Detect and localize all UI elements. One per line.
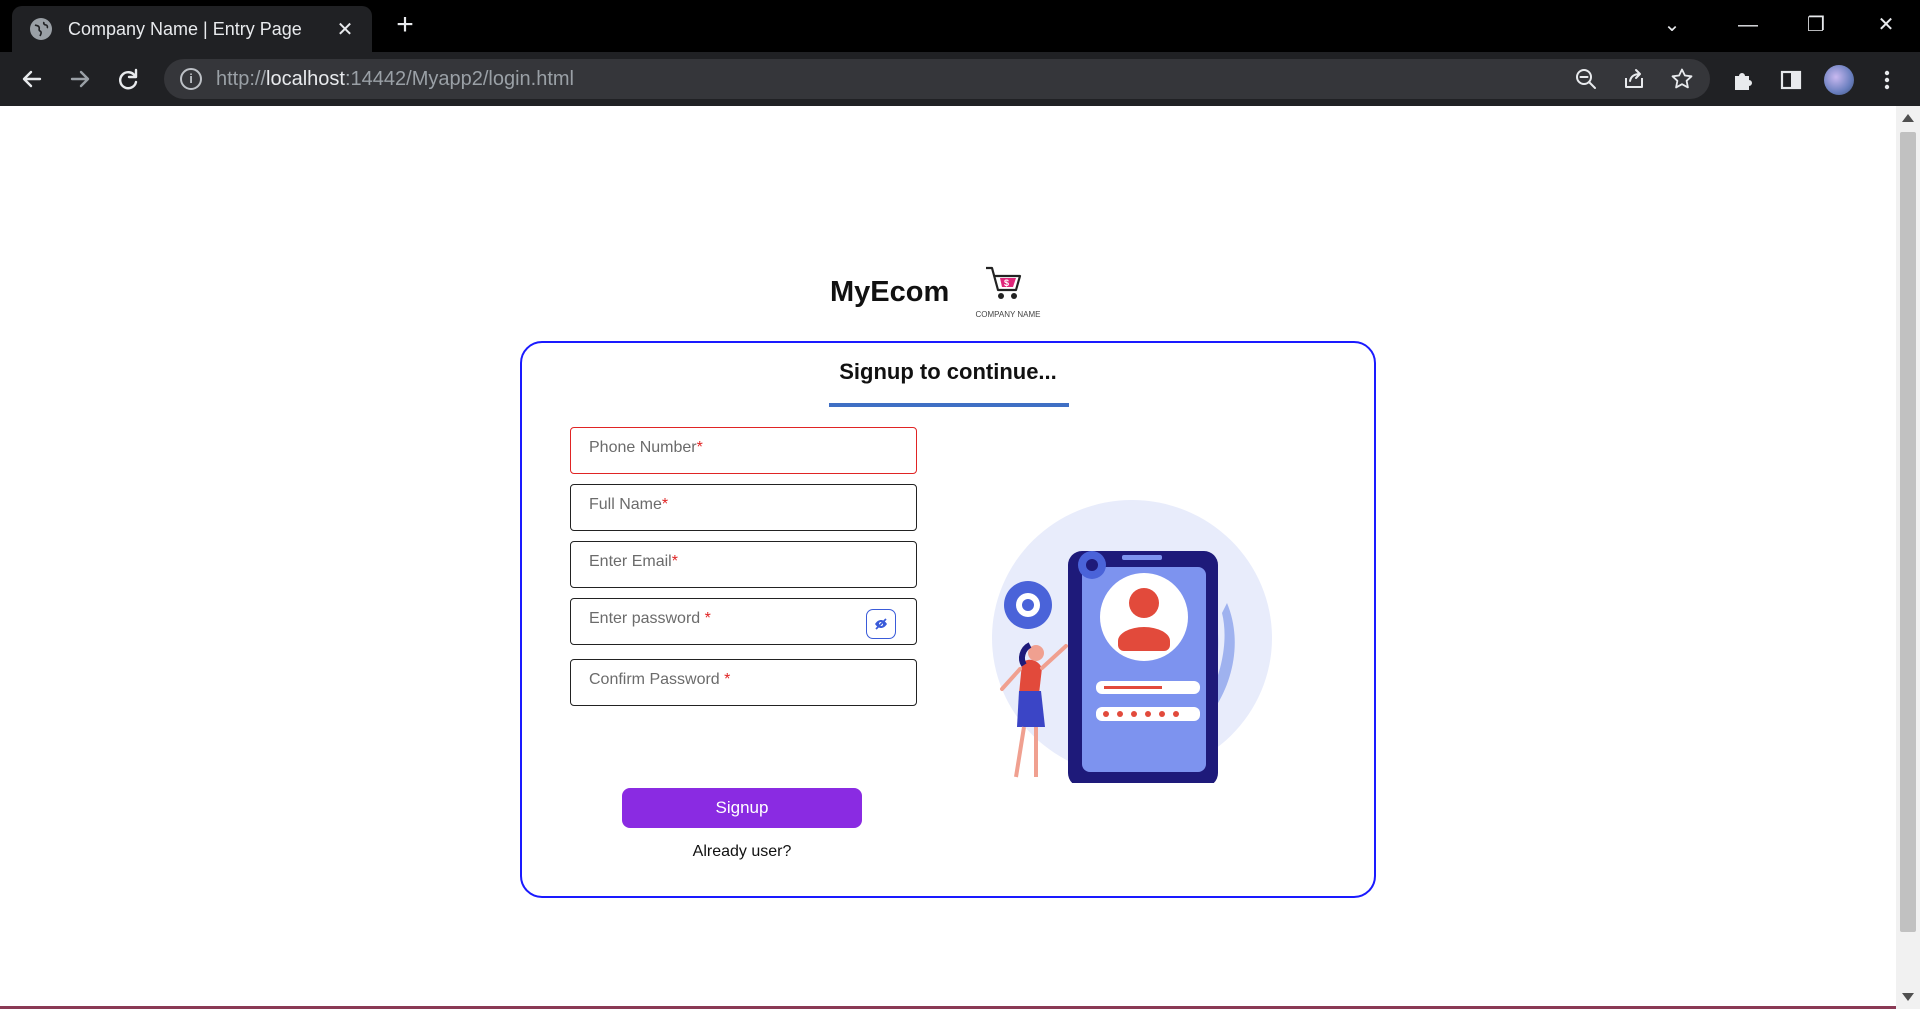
scroll-up-arrow-icon[interactable] [1902,114,1914,122]
brand-header: MyEcom $ COMPANY NAME [830,266,1041,319]
brand-name: MyEcom [830,276,950,308]
site-info-icon[interactable]: i [180,68,202,90]
vertical-scrollbar[interactable] [1896,106,1920,1009]
browser-tab[interactable]: Company Name | Entry Page ✕ [12,6,372,52]
back-arrow-icon[interactable] [14,61,50,97]
close-tab-icon[interactable]: ✕ [332,17,358,42]
scroll-down-arrow-icon[interactable] [1902,993,1914,1001]
full-name-field[interactable]: Full Name* [570,484,917,531]
confirm-password-label: Confirm Password * [589,671,731,688]
close-window-icon[interactable]: ✕ [1866,10,1906,40]
phone-number-field[interactable]: Phone Number* [570,427,917,474]
reload-icon[interactable] [110,61,146,97]
already-user-link[interactable]: Already user? [622,843,862,861]
share-icon[interactable] [1622,67,1646,91]
browser-tab-bar: Company Name | Entry Page ✕ + ⌄ — ❐ ✕ [0,0,1920,52]
address-bar[interactable]: i http://localhost:14442/Myapp2/login.ht… [164,59,1710,99]
svg-text:$: $ [1004,278,1009,288]
scroll-thumb[interactable] [1900,132,1916,932]
menu-kebab-icon[interactable] [1874,67,1900,93]
url-text: http://localhost:14442/Myapp2/login.html [216,67,575,90]
restore-icon[interactable]: ❐ [1796,10,1836,40]
signup-title: Signup to continue... [839,359,1057,384]
toggle-password-visibility-icon[interactable] [866,609,896,639]
new-tab-icon[interactable]: + [390,10,420,40]
zoom-out-icon[interactable] [1574,67,1598,91]
password-field[interactable]: Enter password * [570,598,917,645]
signup-card: Signup to continue... Phone Number* Full… [520,341,1376,898]
page-viewport: MyEcom $ COMPANY NAME Signup to continue… [0,106,1920,1009]
globe-icon [30,18,52,40]
email-label: Enter Email* [589,553,678,570]
phone-number-label: Phone Number* [589,439,703,456]
bookmark-star-icon[interactable] [1670,67,1694,91]
email-field[interactable]: Enter Email* [570,541,917,588]
confirm-password-field[interactable]: Confirm Password * [570,659,917,706]
signup-button[interactable]: Signup [622,788,862,828]
extensions-puzzle-icon[interactable] [1730,67,1756,93]
forward-arrow-icon[interactable] [62,61,98,97]
tab-title: Company Name | Entry Page [68,18,302,39]
minimize-icon[interactable]: — [1728,10,1768,40]
title-underline [829,403,1069,407]
full-name-label: Full Name* [589,496,669,513]
logo-caption: COMPANY NAME [975,310,1041,319]
tab-search-chevron-icon[interactable]: ⌄ [1652,10,1692,40]
cart-logo-icon: $ COMPANY NAME [968,264,1048,324]
password-label: Enter password * [589,610,711,627]
side-panel-icon[interactable] [1778,67,1804,93]
browser-toolbar: i http://localhost:14442/Myapp2/login.ht… [0,52,1920,106]
profile-avatar-icon[interactable] [1824,65,1854,95]
signup-illustration [982,493,1272,787]
